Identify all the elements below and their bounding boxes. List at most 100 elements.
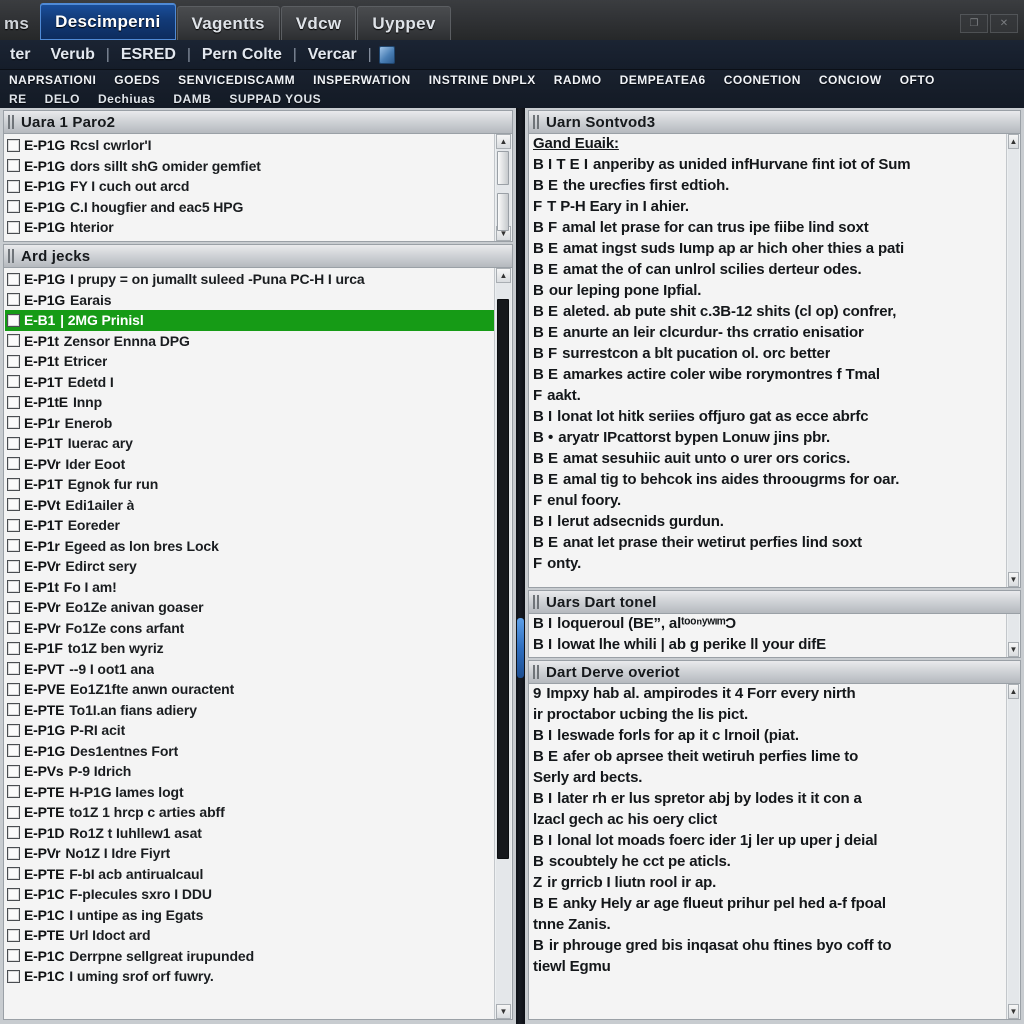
toolbar-item-7[interactable]: Vercar (298, 46, 367, 64)
scroll-thumb-secondary[interactable] (497, 193, 509, 231)
checkbox-icon[interactable] (7, 539, 20, 553)
list-item[interactable]: E-P1F to1Z ben wyriz (5, 638, 494, 659)
left-top-scrollbar[interactable]: ▲ ▼ (494, 134, 512, 241)
scroll-up-icon[interactable]: ▲ (1008, 134, 1019, 149)
scroll-down-icon[interactable]: ▼ (496, 1004, 511, 1019)
list-item[interactable]: E-PTE F-bI acb antirualcaul (5, 864, 494, 885)
scroll-thumb[interactable] (497, 151, 509, 185)
menu-item-0[interactable]: NAPRSATIONI (0, 73, 105, 87)
right-bottom-scrollbar[interactable]: ▲ ▼ (1006, 684, 1020, 1019)
panel-left-top-header[interactable]: Uara 1 Paro2 (4, 111, 512, 134)
checkbox-icon[interactable] (7, 179, 20, 193)
checkbox-icon[interactable] (7, 395, 20, 409)
list-item[interactable]: E-P1C I untipe as ing Egats (5, 905, 494, 926)
panel-right-bottom-header[interactable]: Dart Derve overiot (529, 661, 1020, 684)
text-line[interactable]: B Ilowat lhe whili | ab g perike ll your… (530, 636, 1006, 657)
menu-item-1[interactable]: GOEDS (105, 73, 169, 87)
menu-item-4[interactable]: INSTRINE DNPLX (420, 73, 545, 87)
list-item[interactable]: E-P1G Des1entnes Fort (5, 741, 494, 762)
panel-right-top-header[interactable]: Uarn Sontvod3 (529, 111, 1020, 134)
drag-grip-icon[interactable] (533, 665, 540, 679)
list-item[interactable]: E-P1C F-pIecules sxro I DDU (5, 884, 494, 905)
menu-item-secondary-1[interactable]: DELO (36, 92, 89, 106)
scroll-track[interactable] (1008, 699, 1019, 1004)
list-item[interactable]: E-P1t Zensor Ennna DPG (5, 331, 494, 352)
checkbox-icon[interactable] (7, 846, 20, 860)
text-line[interactable]: Faakt. (530, 387, 1006, 408)
checkbox-icon[interactable] (7, 723, 20, 737)
list-item[interactable]: E-P1T Iuerac ary (5, 433, 494, 454)
text-line[interactable]: Fenul foory. (530, 492, 1006, 513)
checkbox-icon[interactable] (7, 200, 20, 214)
list-item[interactable]: E-PVT --9 I oot1 ana (5, 659, 494, 680)
scroll-up-icon[interactable]: ▲ (496, 268, 511, 283)
checkbox-icon[interactable] (7, 600, 20, 614)
text-line[interactable]: tiewl Egmu (530, 958, 1006, 979)
text-line[interactable]: B Iloqueroul (BE”, alᵗᵒᵒⁿʸʷᶦᵐƆ (530, 615, 1006, 636)
list-item[interactable]: E-PTE H-P1G lames logt (5, 782, 494, 803)
toolbar-item-0[interactable]: ter (0, 46, 40, 64)
checkbox-icon[interactable] (7, 785, 20, 799)
list-item[interactable]: E-P1T Eoreder (5, 515, 494, 536)
right-bottom-text-list[interactable]: 9 Impxy hab al. ampirodes it 4 Forr every… (529, 684, 1006, 1019)
checkbox-icon[interactable] (7, 908, 20, 922)
text-line[interactable]: lzacl gech ac his oery clict (530, 811, 1006, 832)
list-item[interactable]: E-PVr Eo1Ze anivan goaser (5, 597, 494, 618)
menu-item-6[interactable]: DEMPEATEA6 (611, 73, 715, 87)
menu-item-8[interactable]: CONCIOW (810, 73, 891, 87)
checkbox-icon[interactable] (7, 334, 20, 348)
text-line[interactable]: B Eanky Hely ar age flueut prihur pel he… (530, 895, 1006, 916)
right-top-scrollbar[interactable]: ▲ ▼ (1006, 134, 1020, 587)
text-line[interactable]: B Ilater rh er lus spretor abj by lodes … (530, 790, 1006, 811)
text-line[interactable]: Gand Euaik: (530, 135, 1006, 156)
list-item[interactable]: E-P1t Fo I am! (5, 577, 494, 598)
text-line[interactable]: B Eamat the of can unlrol scilies derteu… (530, 261, 1006, 282)
right-mid-scrollbar[interactable]: ▼ (1006, 614, 1020, 657)
text-line[interactable]: tnne Zanis. (530, 916, 1006, 937)
checkbox-icon[interactable] (7, 826, 20, 840)
text-line[interactable]: Bscoubtely he cct pe aticls. (530, 853, 1006, 874)
scroll-down-icon[interactable]: ▼ (1008, 572, 1019, 587)
text-line[interactable]: FT P-H Eary in I ahier. (530, 198, 1006, 219)
text-line[interactable]: B Eamal tig to behcok ins aides throougr… (530, 471, 1006, 492)
toolbar-item-3[interactable]: ESRED (111, 46, 186, 64)
scroll-track[interactable] (1008, 614, 1019, 642)
text-line[interactable]: B I T E Ianperiby as unided infHurvane f… (530, 156, 1006, 177)
list-item[interactable]: E-P1G I prupy = on jumallt suleed -Puna P… (5, 269, 494, 290)
text-line[interactable]: Fonty. (530, 555, 1006, 576)
scroll-track[interactable] (496, 283, 511, 1004)
checkbox-icon[interactable] (7, 764, 20, 778)
list-item[interactable]: E-P1G C.I hougfier and eac5 HPG (5, 197, 494, 218)
list-item[interactable]: E-P1G hterior (5, 217, 494, 238)
right-mid-text-list[interactable]: B Iloqueroul (BE”, alᵗᵒᵒⁿʸʷᶦᵐƆ B Ilowat l… (529, 614, 1006, 657)
toolbar-item-5[interactable]: Pern Colte (192, 46, 292, 64)
scroll-thumb[interactable] (497, 299, 509, 859)
splitter-grip[interactable] (517, 618, 524, 678)
checkbox-icon[interactable] (7, 662, 20, 676)
checkbox-icon[interactable] (7, 805, 20, 819)
text-line[interactable]: 9 Impxy hab al. ampirodes it 4 Forr every… (530, 685, 1006, 706)
list-item[interactable]: E-PTE to1Z 1 hrcp c arties abff (5, 802, 494, 823)
checkbox-icon[interactable] (7, 928, 20, 942)
left-bottom-row-list[interactable]: E-P1G I prupy = on jumallt suleed -Puna P… (4, 268, 494, 1019)
menu-item-5[interactable]: RADMO (545, 73, 611, 87)
text-line[interactable]: Bir phrouge gred bis inqasat ohu ftines … (530, 937, 1006, 958)
list-item[interactable]: E-B1 | 2MG Prinisl (5, 310, 494, 331)
checkbox-icon[interactable] (7, 436, 20, 450)
checkbox-icon[interactable] (7, 138, 20, 152)
tab-4[interactable]: Uyppev (357, 6, 451, 40)
checkbox-icon[interactable] (7, 457, 20, 471)
list-item[interactable]: E-PVs P-9 Idrich (5, 761, 494, 782)
text-line[interactable]: B Fsurrestcon a blt pucation ol. orc bet… (530, 345, 1006, 366)
drag-grip-icon[interactable] (8, 249, 15, 263)
menu-item-2[interactable]: SENVICEDISCAMM (169, 73, 304, 87)
text-line[interactable]: Bour leping pone Ipfial. (530, 282, 1006, 303)
scroll-up-icon[interactable]: ▲ (496, 134, 511, 149)
toolbar-item-1[interactable]: Verub (40, 46, 104, 64)
text-line[interactable]: B Ileswade forls for ap it c lrnoil (pia… (530, 727, 1006, 748)
right-top-text-list[interactable]: Gand Euaik: B I T E Ianperiby as unided i… (529, 134, 1006, 587)
list-item[interactable]: E-P1C I uming srof orf fuwry. (5, 966, 494, 987)
checkbox-icon[interactable] (7, 867, 20, 881)
checkbox-icon[interactable] (7, 949, 20, 963)
left-top-row-list[interactable]: E-P1G Rcsl cwrlor'I E-P1G dors sillt shG om… (4, 134, 494, 241)
